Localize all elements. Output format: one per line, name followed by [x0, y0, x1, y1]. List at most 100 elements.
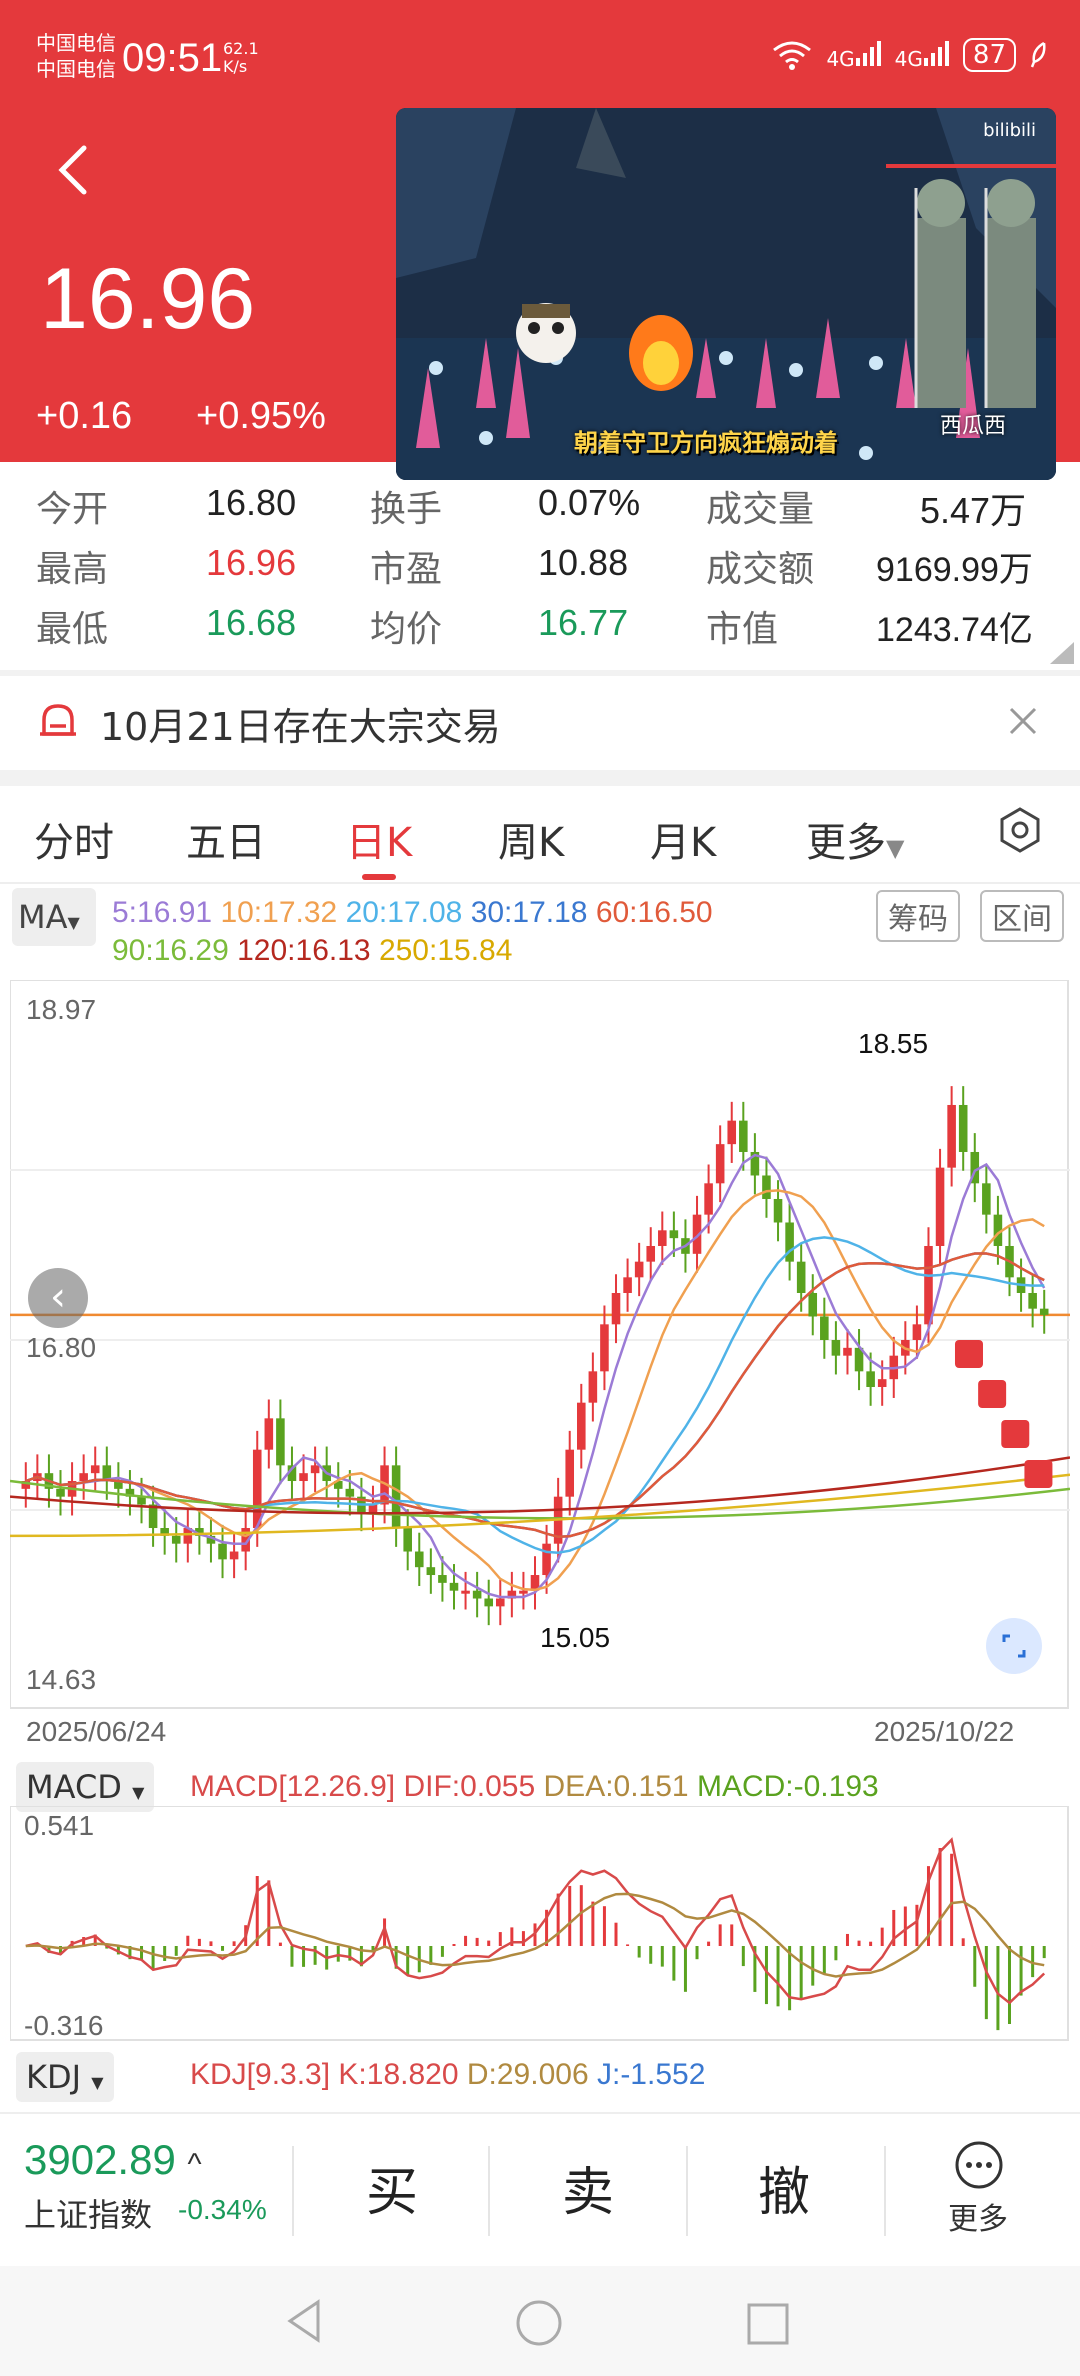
candle-body: [565, 1449, 575, 1497]
candle-body: [600, 1324, 609, 1372]
chevron-down-icon: ▼: [67, 913, 80, 932]
signal-2: 4G: [895, 40, 949, 71]
ma-long-line: [10, 1479, 1070, 1520]
wifi-icon: [773, 41, 812, 70]
candle-body: [403, 1528, 412, 1552]
chip-button[interactable]: 筹码: [876, 890, 960, 942]
candle-body: [414, 1551, 424, 1568]
current-price: 16.96: [40, 251, 256, 347]
volume-value: 5.47万: [920, 490, 1027, 531]
candle-body: [299, 1473, 308, 1482]
scroll-left-button[interactable]: ‹: [28, 1268, 88, 1328]
candle-body: [611, 1292, 621, 1325]
ma-selector-label: MA: [18, 898, 68, 936]
signal-2-label: 4G: [894, 46, 923, 71]
high-label: 最高: [36, 549, 109, 590]
ma30-value: 30:17.18: [470, 896, 588, 929]
candle-body: [90, 1465, 100, 1474]
signal-1: 4G: [826, 40, 881, 71]
dif-line: [25, 1837, 1046, 2005]
tab-daily-k[interactable]: 日K: [346, 810, 412, 868]
carrier-1: 中国电信: [36, 31, 116, 55]
signal-bars-icon: [923, 40, 949, 66]
settings-icon[interactable]: [996, 806, 1044, 854]
nav-back-icon[interactable]: [284, 2298, 324, 2344]
index-change-pct: -0.34%: [178, 2194, 267, 2225]
more-button[interactable]: 更多: [948, 2140, 1018, 2238]
candle-body: [796, 1261, 806, 1293]
buy-signal-marker[interactable]: [1001, 1420, 1030, 1448]
tab-monthly-k[interactable]: 月K: [650, 810, 716, 868]
macd-selector-label: MACD: [26, 1768, 122, 1806]
nav-home-icon[interactable]: [514, 2298, 564, 2348]
kdj-d: D:29.006: [466, 2058, 589, 2091]
date-start: 2025/06/24: [26, 1716, 167, 1747]
index-name: 上证指数: [24, 2196, 153, 2234]
signal-bars-icon: [855, 40, 881, 66]
ma90-value: 90:16.29: [112, 934, 229, 967]
date-end: 2025/10/22: [874, 1716, 1015, 1747]
divider: [292, 2146, 294, 2236]
turnover-label: 换手: [370, 489, 443, 530]
candle-body: [577, 1402, 586, 1450]
tab-intraday[interactable]: 分时: [34, 810, 114, 868]
buy-signal-marker[interactable]: [978, 1380, 1007, 1408]
kdj-params: KDJ[9.3.3]: [190, 2058, 331, 2091]
candle-body: [808, 1292, 818, 1317]
macd-y-bottom: -0.316: [24, 2010, 104, 2041]
pe-value: 10.88: [538, 542, 629, 583]
tab-more-label: 更多: [806, 820, 886, 866]
sell-button[interactable]: 卖: [562, 2150, 614, 2225]
buy-button[interactable]: 买: [366, 2150, 418, 2225]
candle-body: [472, 1590, 482, 1599]
kdj-selector[interactable]: KDJ ▼: [16, 2052, 114, 2102]
amount-value: 9169.99万: [876, 551, 1033, 589]
video-overlay[interactable]: bilibili 朝着守卫方向疯狂煽动着 西瓜西: [396, 108, 1056, 480]
expand-corner-icon[interactable]: [1050, 642, 1074, 664]
candle-body: [634, 1261, 644, 1278]
candle-body: [449, 1582, 459, 1591]
ma-selector[interactable]: MA▼: [12, 888, 96, 946]
index-value-number: 3902.89: [24, 2136, 176, 2183]
macd-chart[interactable]: [10, 1806, 1070, 2042]
macd-selector[interactable]: MACD ▼: [16, 1762, 155, 1812]
index-value[interactable]: 3902.89 ^: [24, 2136, 202, 2184]
mcap-value: 1243.74亿: [876, 611, 1033, 649]
candle-body: [704, 1183, 713, 1215]
candle-body: [658, 1230, 667, 1246]
ma250-value: 250:15.84: [378, 934, 513, 967]
tab-weekly-k[interactable]: 周K: [498, 810, 564, 868]
chevron-up-icon: ^: [187, 2148, 202, 2181]
macd-dea: DEA:0.151: [543, 1770, 689, 1803]
high-marker: 18.55: [858, 1028, 929, 1059]
candle-body: [79, 1473, 88, 1482]
ma-legend-row-2: 90:16.29 120:16.13 250:15.84: [112, 934, 512, 968]
candle-body: [912, 1324, 922, 1340]
candle-body: [495, 1598, 505, 1607]
turnover-value: 0.07%: [538, 482, 641, 523]
fullscreen-button[interactable]: [986, 1618, 1042, 1674]
buy-signal-marker[interactable]: [1024, 1460, 1053, 1488]
close-icon[interactable]: [1008, 706, 1038, 736]
net-speed-unit: K/s: [223, 57, 248, 76]
range-button[interactable]: 区间: [980, 890, 1064, 942]
macd-dif: DIF:0.055: [403, 1770, 536, 1803]
avg-label: 均价: [370, 609, 443, 650]
candle-body: [1028, 1292, 1037, 1309]
carrier-info: 中国电信 中国电信: [36, 30, 116, 82]
candle-body: [1039, 1308, 1049, 1315]
chevron-down-icon: ▼: [886, 834, 905, 862]
tab-five-day[interactable]: 五日: [186, 810, 266, 868]
open-label: 今开: [36, 489, 109, 530]
back-arrow-icon[interactable]: [46, 140, 106, 200]
high-value: 16.96: [206, 542, 297, 583]
ma120-value: 120:16.13: [237, 934, 371, 967]
buy-signal-marker[interactable]: [954, 1340, 983, 1368]
cancel-order-button[interactable]: 撤: [758, 2150, 810, 2225]
signal-1-label: 4G: [826, 46, 855, 71]
tab-more[interactable]: 更多▼: [806, 810, 904, 868]
nav-recents-icon[interactable]: [746, 2302, 790, 2346]
candle-body: [924, 1245, 933, 1325]
candlestick-chart[interactable]: [10, 980, 1070, 1710]
candle-body: [171, 1535, 181, 1544]
